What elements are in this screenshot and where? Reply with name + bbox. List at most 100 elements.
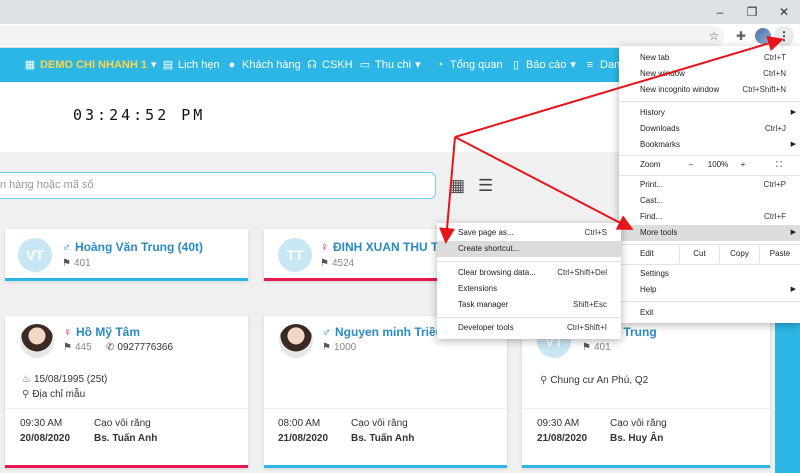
close-icon[interactable]: ✕ <box>768 0 800 24</box>
calendar-icon: ▤ <box>162 59 174 71</box>
appointment-date: 21/08/2020 <box>278 433 329 444</box>
menu-item-print[interactable]: Print... Ctrl+P <box>619 177 800 193</box>
menu-item-clear-browsing-data[interactable]: Clear browsing data... Ctrl+Shift+Del <box>437 265 621 281</box>
money-icon: ▭ <box>359 59 371 71</box>
menu-item-exit[interactable]: Exit <box>619 305 800 321</box>
customer-name[interactable]: ♂ Hoàng Văn Trung (40t) <box>62 240 203 254</box>
code-text: 401 <box>593 342 611 353</box>
menu-label: Find... <box>640 212 663 221</box>
menu-item-downloads[interactable]: Downloads Ctrl+J <box>619 121 800 137</box>
menu-label: New window <box>640 69 685 78</box>
appointment-time: 09:30 AM <box>537 418 580 429</box>
menu-label: Help <box>640 285 657 294</box>
menu-separator <box>619 264 800 265</box>
menu-item-more-tools[interactable]: More tools ▶ <box>619 225 800 241</box>
customer-dob: ♨ 15/08/1995 (25t) <box>22 374 107 385</box>
menu-label: Downloads <box>640 124 680 133</box>
menu-shortcut: Ctrl+F <box>764 212 786 221</box>
nav-item-lich-hen[interactable]: ▤ Lịch hẹn <box>162 48 220 82</box>
caret-down-icon: ▾ <box>570 59 576 71</box>
dashboard-icon: ◔ <box>436 59 444 71</box>
code-text: 1000 <box>333 342 357 353</box>
cut-button[interactable]: Cut <box>679 246 719 262</box>
nav-item-khach-hang[interactable]: ● Khách hàng <box>226 48 301 82</box>
menu-shortcut: Ctrl+T <box>764 53 786 62</box>
extensions-icon[interactable]: ✚ <box>732 27 750 45</box>
menu-separator <box>619 155 800 156</box>
menu-item-create-shortcut[interactable]: Create shortcut... <box>437 241 621 257</box>
appointment-time: 09:30 AM <box>20 418 63 429</box>
branch-selector[interactable]: ▦ DEMO CHI NHANH 1 ▾ <box>24 48 157 82</box>
customer-code: ⚑ 401 <box>582 342 611 353</box>
appointment-date: 21/08/2020 <box>537 433 588 444</box>
star-icon[interactable]: ☆ <box>705 27 723 45</box>
flag-icon: ⚑ <box>63 342 72 353</box>
phone-icon: ✆ <box>106 342 115 353</box>
nav-label: Lịch hẹn <box>178 59 220 71</box>
female-icon: ♀ <box>63 325 72 339</box>
zoom-in-button[interactable]: + <box>735 157 751 173</box>
customer-name[interactable]: ♀ Hồ Mỹ Tâm <box>63 325 140 339</box>
address-text: Chung cư An Phú, Q2 <box>550 375 649 386</box>
menu-item-bookmarks[interactable]: Bookmarks ▶ <box>619 137 800 153</box>
customer-name-text: ĐINH XUAN THU TR <box>333 240 447 254</box>
appointment-service: Cạo vôi răng <box>94 418 151 429</box>
more-tools-submenu: Save page as... Ctrl+S Create shortcut...… <box>437 223 621 339</box>
restore-icon[interactable]: ❐ <box>736 0 768 24</box>
menu-separator <box>437 317 621 318</box>
menu-shortcut: Ctrl+S <box>584 228 607 237</box>
menu-item-developer-tools[interactable]: Developer tools Ctrl+Shift+I <box>437 320 621 336</box>
customer-code: ⚑ 4524 <box>320 258 354 269</box>
grid-view-icon[interactable]: ▦ <box>449 176 465 196</box>
menu-item-history[interactable]: History ▶ <box>619 105 800 121</box>
customer-name[interactable]: ♂ Nguyen minh Triều <box>322 325 443 339</box>
chrome-menu: New tab Ctrl+T New window Ctrl+N New incog… <box>619 46 800 323</box>
nav-item-bao-cao[interactable]: ▯ Báo cáo ▾ <box>510 48 576 82</box>
menu-item-extensions[interactable]: Extensions <box>437 281 621 297</box>
menu-item-new-window[interactable]: New window Ctrl+N <box>619 66 800 82</box>
menu-separator <box>619 101 800 102</box>
zoom-out-button[interactable]: – <box>683 157 699 173</box>
nav-label: Báo cáo <box>526 59 567 71</box>
menu-label: Developer tools <box>458 323 514 332</box>
menu-label: Task manager <box>458 300 509 309</box>
menu-item-task-manager[interactable]: Task manager Shift+Esc <box>437 297 621 313</box>
menu-label: Edit <box>640 249 654 258</box>
paste-button[interactable]: Paste <box>759 246 800 262</box>
customer-name[interactable]: ♀ ĐINH XUAN THU TR <box>320 240 447 254</box>
nav-label: Tổng quan <box>450 59 503 71</box>
branch-label: DEMO CHI NHANH 1 <box>40 59 147 71</box>
dob-text: 15/08/1995 (25t) <box>33 374 108 385</box>
chrome-menu-icon[interactable]: ⋮ <box>774 26 794 46</box>
customer-phone: ✆ 0927776366 <box>106 342 173 353</box>
profile-avatar[interactable] <box>755 28 771 44</box>
menu-label: Cast... <box>640 196 664 205</box>
customer-name-text: Hoàng Văn Trung (40t) <box>75 240 204 254</box>
avatar: VT <box>18 238 52 272</box>
menu-shortcut: Ctrl+Shift+N <box>742 85 786 94</box>
fullscreen-icon[interactable]: ⛶ <box>769 157 789 173</box>
nav-item-tong-quan[interactable]: ◔ Tổng quan <box>434 48 503 82</box>
avatar: TT <box>278 238 312 272</box>
minimize-icon[interactable]: – <box>704 0 736 24</box>
male-icon: ♂ <box>62 240 71 254</box>
menu-item-settings[interactable]: Settings <box>619 266 800 282</box>
menu-label: Print... <box>640 180 664 189</box>
menu-item-new-incognito[interactable]: New incognito window Ctrl+Shift+N <box>619 82 800 98</box>
appointment-date: 20/08/2020 <box>20 433 71 444</box>
omnibox[interactable] <box>0 26 724 46</box>
flag-icon: ⚑ <box>322 342 331 353</box>
nav-item-cskh[interactable]: ☊ CSKH <box>306 48 352 82</box>
menu-item-help[interactable]: Help ▶ <box>619 282 800 298</box>
nav-item-dan[interactable]: ≡ Dan <box>584 48 620 82</box>
menu-item-find[interactable]: Find... Ctrl+F <box>619 209 800 225</box>
avatar <box>279 324 313 358</box>
menu-item-new-tab[interactable]: New tab Ctrl+T <box>619 50 800 66</box>
menu-item-cast[interactable]: Cast... <box>619 193 800 209</box>
copy-button[interactable]: Copy <box>719 246 759 262</box>
appointment-doctor: Bs. Huy Ân <box>610 433 664 444</box>
menu-item-save-page[interactable]: Save page as... Ctrl+S <box>437 225 621 241</box>
male-icon: ♂ <box>322 325 331 339</box>
list-view-icon[interactable]: ☰ <box>478 176 493 196</box>
nav-item-thu-chi[interactable]: ▭ Thu chi ▾ <box>359 48 421 82</box>
